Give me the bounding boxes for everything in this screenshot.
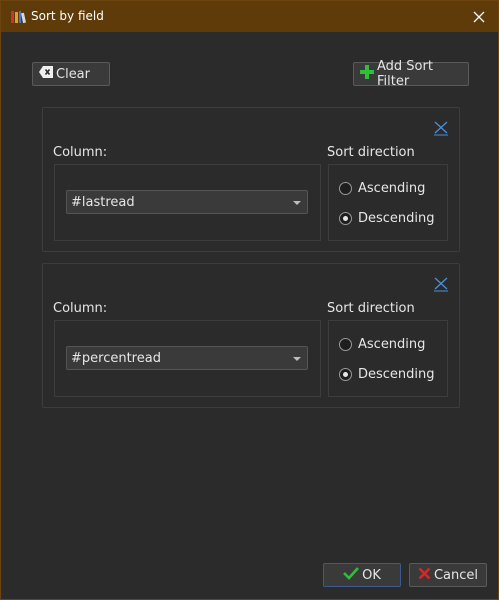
ascending-label: Ascending: [358, 336, 426, 352]
books-icon: [10, 9, 26, 25]
descending-radio[interactable]: Descending: [339, 209, 435, 227]
remove-filter-icon[interactable]: [433, 120, 449, 136]
column-select-value: #percentread: [71, 350, 161, 366]
ascending-label: Ascending: [358, 180, 426, 196]
column-group: #lastread: [54, 164, 321, 241]
descending-label: Descending: [358, 366, 435, 382]
add-sort-filter-button[interactable]: Add Sort Filter: [353, 59, 469, 89]
clear-icon: [39, 66, 53, 82]
ascending-radio[interactable]: Ascending: [339, 179, 425, 197]
close-icon[interactable]: [468, 6, 490, 28]
descending-label: Descending: [358, 210, 435, 226]
dropdown-arrow-icon: [293, 201, 301, 205]
dropdown-arrow-icon: [293, 357, 301, 361]
ok-label: OK: [362, 567, 381, 583]
clear-label: Clear: [56, 66, 90, 82]
sort-direction-group: Ascending Descending: [328, 320, 448, 397]
radio-circle-checked: [339, 211, 352, 225]
sort-filter-panel: Column: Sort direction #lastread Ascendi…: [42, 107, 460, 252]
add-sort-filter-label: Add Sort Filter: [377, 59, 433, 89]
sort-direction-group: Ascending Descending: [328, 164, 448, 241]
column-label: Column:: [53, 301, 108, 316]
sort-direction-label: Sort direction: [327, 301, 415, 316]
column-select-value: #lastread: [71, 194, 135, 210]
sort-dialog: Sort by field Clear Add Sort Filter Colu…: [0, 0, 499, 600]
cancel-label: Cancel: [433, 567, 479, 583]
window-title: Sort by field: [31, 9, 104, 23]
column-group: #percentread: [54, 320, 321, 397]
sort-direction-label: Sort direction: [327, 145, 415, 160]
column-select[interactable]: #percentread: [66, 346, 308, 370]
cancel-x-icon: [418, 567, 431, 584]
plus-icon: [360, 65, 374, 83]
checkmark-icon: [343, 566, 360, 584]
radio-circle: [339, 337, 352, 351]
column-select[interactable]: #lastread: [66, 190, 308, 214]
radio-circle: [339, 181, 352, 195]
dialog-body: Clear Add Sort Filter Column: Sort direc…: [1, 32, 498, 599]
clear-button[interactable]: Clear: [32, 62, 110, 86]
column-label: Column:: [53, 145, 108, 160]
sort-filter-panel: Column: Sort direction #percentread Asce…: [42, 263, 460, 408]
radio-circle-checked: [339, 367, 352, 381]
descending-radio[interactable]: Descending: [339, 365, 435, 383]
remove-filter-icon[interactable]: [433, 276, 449, 292]
title-bar[interactable]: Sort by field: [1, 1, 498, 32]
ascending-radio[interactable]: Ascending: [339, 335, 425, 353]
ok-button[interactable]: OK: [323, 563, 401, 587]
cancel-button[interactable]: Cancel: [409, 563, 487, 587]
